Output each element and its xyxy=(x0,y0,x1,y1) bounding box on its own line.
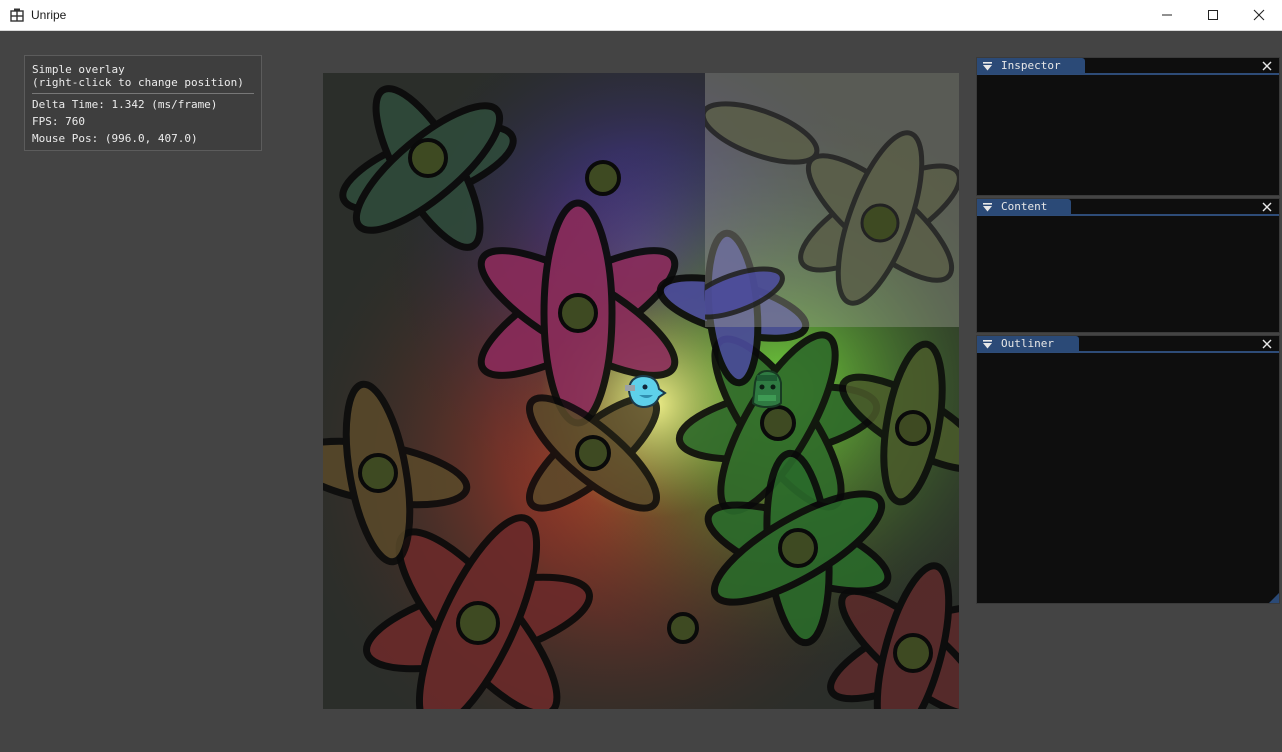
close-window-button[interactable] xyxy=(1236,0,1282,31)
collapse-arrow-icon[interactable] xyxy=(983,340,992,349)
minimap-overlay xyxy=(685,73,959,327)
tab-inspector[interactable]: Inspector xyxy=(977,58,1085,74)
overlay-delta-time: Delta Time: 1.342 (ms/frame) xyxy=(32,98,218,111)
window-title: Unripe xyxy=(31,8,67,22)
tab-content[interactable]: Content xyxy=(977,199,1071,215)
overlay-separator xyxy=(32,93,254,94)
collapse-arrow-icon[interactable] xyxy=(983,62,992,71)
app-grid-icon xyxy=(10,8,24,22)
green-frog-sprite xyxy=(751,369,782,409)
inspector-title: Inspector xyxy=(1001,59,1061,72)
outliner-title: Outliner xyxy=(1001,337,1054,350)
content-tabbar: Content xyxy=(977,199,1279,216)
blue-bird-sprite xyxy=(625,374,667,409)
minimize-icon xyxy=(1162,14,1172,16)
window-titlebar[interactable]: Unripe xyxy=(0,0,1282,31)
content-panel[interactable]: Content xyxy=(976,198,1280,333)
overlay-title: Simple overlay xyxy=(32,63,125,76)
overlay-fps: FPS: 760 xyxy=(32,115,85,128)
scene-viewport[interactable] xyxy=(323,73,959,709)
maximize-icon xyxy=(1208,10,1218,20)
close-icon[interactable] xyxy=(1261,201,1273,213)
overlay-hint: (right-click to change position) xyxy=(32,76,244,89)
close-icon xyxy=(1253,9,1265,21)
collapse-arrow-icon[interactable] xyxy=(983,203,992,212)
simple-overlay[interactable]: Simple overlay (right-click to change po… xyxy=(24,55,262,151)
outliner-tabbar: Outliner xyxy=(977,336,1279,353)
inspector-tabbar: Inspector xyxy=(977,58,1279,75)
resize-grip-icon[interactable] xyxy=(1269,593,1279,603)
inspector-panel[interactable]: Inspector xyxy=(976,57,1280,196)
minimize-button[interactable] xyxy=(1144,0,1190,31)
outliner-panel[interactable]: Outliner xyxy=(976,335,1280,604)
tab-outliner[interactable]: Outliner xyxy=(977,336,1079,352)
maximize-button[interactable] xyxy=(1190,0,1236,31)
overlay-mouse-pos: Mouse Pos: (996.0, 407.0) xyxy=(32,132,198,145)
minimap-scene xyxy=(685,101,959,320)
close-icon[interactable] xyxy=(1261,60,1273,72)
content-title: Content xyxy=(1001,200,1048,213)
close-icon[interactable] xyxy=(1261,338,1273,350)
